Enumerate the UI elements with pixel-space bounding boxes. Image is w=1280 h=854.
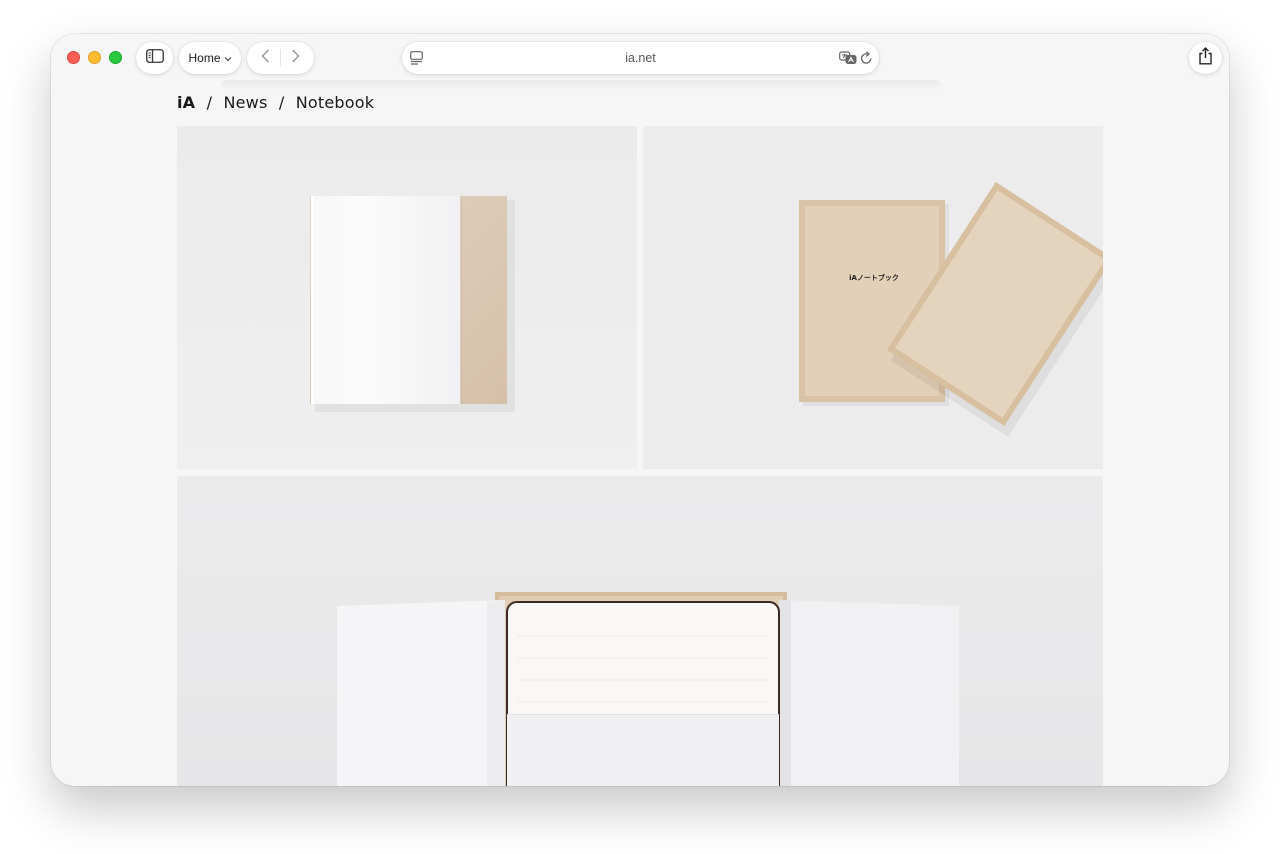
breadcrumb-current-page: Notebook xyxy=(295,93,375,112)
address-url[interactable]: ia.net xyxy=(402,51,879,65)
sidebar-toggle-button[interactable] xyxy=(136,42,173,74)
box-label: iAノートブック xyxy=(849,273,899,282)
address-bar[interactable]: ia.net xyxy=(402,42,879,74)
minimize-window-button[interactable] xyxy=(88,51,101,64)
chevron-down-icon xyxy=(224,51,232,65)
browser-window: Home ia.net iA / News / Notebook iAノートブッ… xyxy=(51,34,1229,786)
forward-arrow-icon xyxy=(291,48,300,68)
notebook-open-photo xyxy=(177,476,1103,786)
back-arrow-icon xyxy=(261,48,270,68)
forward-button[interactable] xyxy=(284,47,306,69)
tab-group-label: Home xyxy=(188,51,221,65)
breadcrumb-home-link[interactable]: iA xyxy=(177,93,195,112)
toolbar-shadow xyxy=(221,80,941,90)
nav-divider xyxy=(279,49,281,67)
share-icon xyxy=(1198,46,1213,70)
breadcrumb-separator: / xyxy=(206,93,213,112)
reader-icon[interactable] xyxy=(410,51,423,70)
navigation-buttons xyxy=(247,42,314,74)
translate-icon[interactable] xyxy=(839,51,857,70)
sidebar-icon xyxy=(145,48,164,68)
notebook-photo-closed xyxy=(177,126,637,469)
reload-icon[interactable] xyxy=(860,51,873,70)
back-button[interactable] xyxy=(255,47,277,69)
breadcrumb: iA / News / Notebook xyxy=(177,93,374,112)
breadcrumb-separator: / xyxy=(278,93,285,112)
tab-group-dropdown[interactable]: Home xyxy=(179,42,241,74)
share-button[interactable] xyxy=(1189,42,1222,74)
breadcrumb-news-link[interactable]: News xyxy=(223,93,267,112)
notebook-box-photo: iAノートブック xyxy=(643,126,1103,469)
maximize-window-button[interactable] xyxy=(109,51,122,64)
close-window-button[interactable] xyxy=(67,51,80,64)
